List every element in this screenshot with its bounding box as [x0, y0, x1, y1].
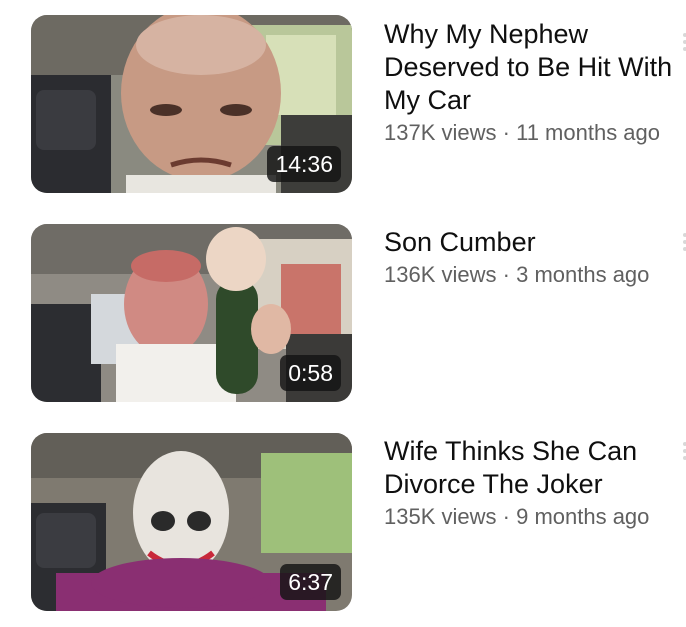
video-title[interactable]: Why My Nephew Deserved to Be Hit With My… [384, 18, 684, 117]
video-age: 11 months ago [516, 120, 661, 145]
video-thumbnail[interactable]: 6:37 [31, 433, 352, 611]
video-duration-badge: 14:36 [267, 146, 341, 182]
more-vert-icon[interactable] [680, 439, 686, 467]
video-info: Son Cumber 136K views · 3 months ago [384, 226, 684, 290]
more-vert-icon[interactable] [680, 30, 686, 58]
video-views: 135K views [384, 504, 497, 529]
meta-separator: · [502, 504, 510, 529]
video-meta: 136K views · 3 months ago [384, 260, 684, 290]
video-views: 137K views [384, 120, 497, 145]
video-age: 3 months ago [516, 262, 650, 287]
video-title[interactable]: Son Cumber [384, 226, 684, 259]
video-duration-badge: 6:37 [280, 564, 341, 600]
video-meta: 137K views · 11 months ago [384, 118, 684, 148]
meta-separator: · [502, 120, 510, 145]
video-title[interactable]: Wife Thinks She Can Divorce The Joker [384, 435, 684, 501]
more-vert-icon[interactable] [680, 230, 686, 258]
video-item[interactable]: 14:36 Why My Nephew Deserved to Be Hit W… [0, 14, 686, 194]
meta-separator: · [502, 262, 510, 287]
video-item[interactable]: 6:37 Wife Thinks She Can Divorce The Jok… [0, 433, 686, 613]
video-views: 136K views [384, 262, 497, 287]
video-thumbnail[interactable]: 0:58 [31, 224, 352, 402]
video-duration-badge: 0:58 [280, 355, 341, 391]
video-info: Why My Nephew Deserved to Be Hit With My… [384, 18, 684, 148]
video-item[interactable]: 0:58 Son Cumber 136K views · 3 months ag… [0, 224, 686, 404]
video-thumbnail[interactable]: 14:36 [31, 15, 352, 193]
video-age: 9 months ago [516, 504, 650, 529]
video-info: Wife Thinks She Can Divorce The Joker 13… [384, 435, 684, 532]
video-meta: 135K views · 9 months ago [384, 502, 684, 532]
